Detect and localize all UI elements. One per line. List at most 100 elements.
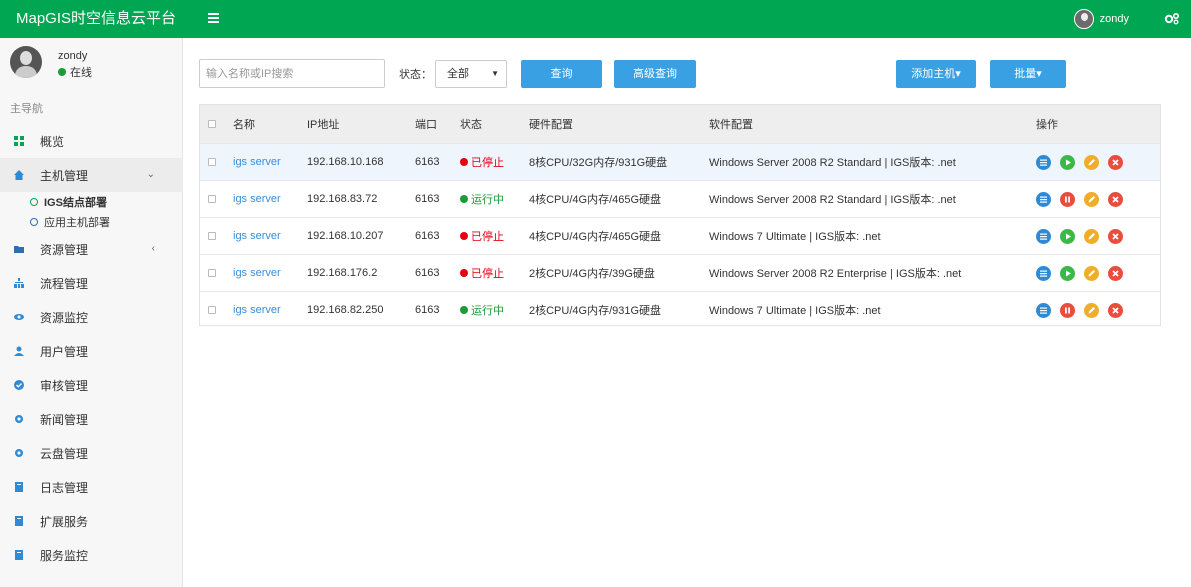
cell-port: 6163	[415, 156, 440, 168]
gear-icon	[15, 449, 23, 457]
list-icon[interactable]	[1036, 302, 1051, 318]
query-button[interactable]: 查询	[521, 60, 602, 88]
column-header-ip: IP地址	[307, 119, 340, 131]
sidebar-item-process-management[interactable]: 流程管理	[0, 266, 183, 300]
column-header-name: 名称	[233, 119, 255, 131]
edit-icon[interactable]	[1084, 154, 1099, 170]
sidebar-item-user-management[interactable]: 用户管理	[0, 334, 183, 368]
play-icon[interactable]	[1060, 265, 1075, 281]
row-actions	[1036, 302, 1123, 318]
cell-ip: 192.168.82.250	[307, 304, 384, 316]
sidebar-item-label: 流程管理	[40, 276, 89, 291]
cell-ip: 192.168.10.207	[307, 230, 384, 242]
cell-hardware: 4核CPU/4G内存/465G硬盘	[529, 194, 662, 206]
host-name-link[interactable]: igs server	[233, 267, 281, 279]
status-dot-icon	[460, 306, 468, 314]
table-row[interactable]: igs server 192.168.82.250 6163 2核CPU/4G内存/9…	[200, 291, 1160, 328]
book-icon	[15, 516, 23, 526]
header-username: zondy	[1099, 13, 1129, 25]
sidebar-subitem-app-host-deploy[interactable]: 应用主机部署	[0, 212, 183, 232]
dashboard-icon	[14, 136, 24, 146]
cell-ip: 192.168.10.168	[307, 156, 384, 168]
sidebar-item-extension-services[interactable]: 扩展服务	[0, 504, 183, 538]
sidebar-item-label: 审核管理	[40, 378, 89, 393]
eye-icon	[14, 314, 24, 320]
list-icon[interactable]	[1036, 228, 1051, 244]
status-dot-icon	[460, 195, 468, 203]
cell-hardware: 2核CPU/4G内存/39G硬盘	[529, 268, 655, 280]
status-badge: 已停止	[460, 228, 504, 244]
cell-port: 6163	[415, 193, 440, 205]
pause-icon[interactable]	[1060, 302, 1075, 318]
sidebar-item-label: 用户管理	[40, 344, 89, 359]
sidebar-item-log-management[interactable]: 日志管理	[0, 470, 183, 504]
edit-icon[interactable]	[1084, 265, 1099, 281]
gear-icon	[15, 415, 23, 423]
delete-icon[interactable]	[1108, 228, 1123, 244]
user-panel: zondy 在线	[0, 38, 183, 94]
menu-toggle-icon[interactable]	[205, 9, 223, 27]
list-icon[interactable]	[1036, 265, 1051, 281]
row-checkbox[interactable]	[208, 195, 216, 203]
app-title[interactable]: MapGIS时空信息云平台	[16, 0, 176, 38]
status-filter-select[interactable]: 全部 ▼	[435, 60, 507, 88]
delete-icon[interactable]	[1108, 302, 1123, 318]
add-host-button[interactable]: 添加主机▾	[896, 60, 976, 88]
table-row[interactable]: igs server 192.168.83.72 6163 4核CPU/4G内存/46…	[200, 180, 1160, 217]
delete-icon[interactable]	[1108, 265, 1123, 281]
table-row[interactable]: igs server 192.168.10.207 6163 4核CPU/4G内存/4…	[200, 217, 1160, 254]
batch-button[interactable]: 批量▾	[990, 60, 1066, 88]
host-name-link[interactable]: igs server	[233, 156, 281, 168]
sidebar-item-cloud-disk-management[interactable]: 云盘管理	[0, 436, 183, 470]
row-actions	[1036, 154, 1123, 170]
row-checkbox[interactable]	[208, 306, 216, 314]
list-icon[interactable]	[1036, 191, 1051, 207]
row-checkbox[interactable]	[208, 269, 216, 277]
status-dot-icon	[460, 269, 468, 277]
sidebar-item-resource-management[interactable]: 资源管理 ‹	[0, 232, 183, 266]
edit-icon[interactable]	[1084, 228, 1099, 244]
cell-hardware: 4核CPU/4G内存/465G硬盘	[529, 231, 662, 243]
delete-icon[interactable]	[1108, 154, 1123, 170]
host-name-link[interactable]: igs server	[233, 193, 281, 205]
cell-ip: 192.168.83.72	[307, 193, 378, 205]
sidebar-subitem-label: IGS结点部署	[44, 197, 107, 209]
table-row[interactable]: igs server 192.168.10.168 6163 8核CPU/32G内存/…	[200, 143, 1160, 180]
sidebar-item-label: 云盘管理	[40, 446, 89, 461]
status-text: 已停止	[471, 268, 504, 280]
host-name-link[interactable]: igs server	[233, 230, 281, 242]
sidebar-item-host-management[interactable]: 主机管理 ⌄	[0, 158, 183, 192]
host-table: 名称 IP地址 端口 状态 硬件配置 软件配置 操作 igs server 192…	[199, 104, 1161, 326]
edit-icon[interactable]	[1084, 191, 1099, 207]
row-checkbox[interactable]	[208, 232, 216, 240]
cell-software: Windows 7 Ultimate | IGS版本: .net	[709, 305, 881, 317]
advanced-query-button[interactable]: 高级查询	[614, 60, 696, 88]
sidebar-item-audit-management[interactable]: 审核管理	[0, 368, 183, 402]
list-icon[interactable]	[1036, 154, 1051, 170]
sidebar-item-news-management[interactable]: 新闻管理	[0, 402, 183, 436]
table-row[interactable]: igs server 192.168.176.2 6163 2核CPU/4G内存/39…	[200, 254, 1160, 291]
sidebar-item-overview[interactable]: 概览	[0, 124, 183, 158]
cell-software: Windows Server 2008 R2 Standard | IGS版本:…	[709, 194, 956, 206]
settings-icon[interactable]	[1163, 10, 1181, 28]
pause-icon[interactable]	[1060, 191, 1075, 207]
sidebar-subitem-label: 应用主机部署	[44, 217, 110, 229]
sitemap-icon	[14, 278, 24, 288]
chevron-left-icon: ‹	[151, 243, 155, 254]
search-input[interactable]	[199, 59, 385, 88]
host-name-link[interactable]: igs server	[233, 304, 281, 316]
delete-icon[interactable]	[1108, 191, 1123, 207]
edit-icon[interactable]	[1084, 302, 1099, 318]
select-all-checkbox[interactable]	[208, 120, 216, 128]
row-checkbox[interactable]	[208, 158, 216, 166]
play-icon[interactable]	[1060, 154, 1075, 170]
cell-port: 6163	[415, 304, 440, 316]
sidebar-subitem-igs-deploy[interactable]: IGS结点部署	[0, 192, 183, 212]
sidebar-item-label: 服务监控	[40, 548, 89, 563]
online-dot-icon	[58, 68, 66, 76]
main-nav: 概览 主机管理 ⌄ IGS结点部署 应用主机部署 资源管理 ‹ 流程管理 资源监…	[0, 124, 183, 572]
play-icon[interactable]	[1060, 228, 1075, 244]
sidebar-item-service-monitor[interactable]: 服务监控	[0, 538, 183, 572]
header-user-menu[interactable]: zondy	[1073, 9, 1129, 29]
sidebar-item-resource-monitor[interactable]: 资源监控	[0, 300, 183, 334]
